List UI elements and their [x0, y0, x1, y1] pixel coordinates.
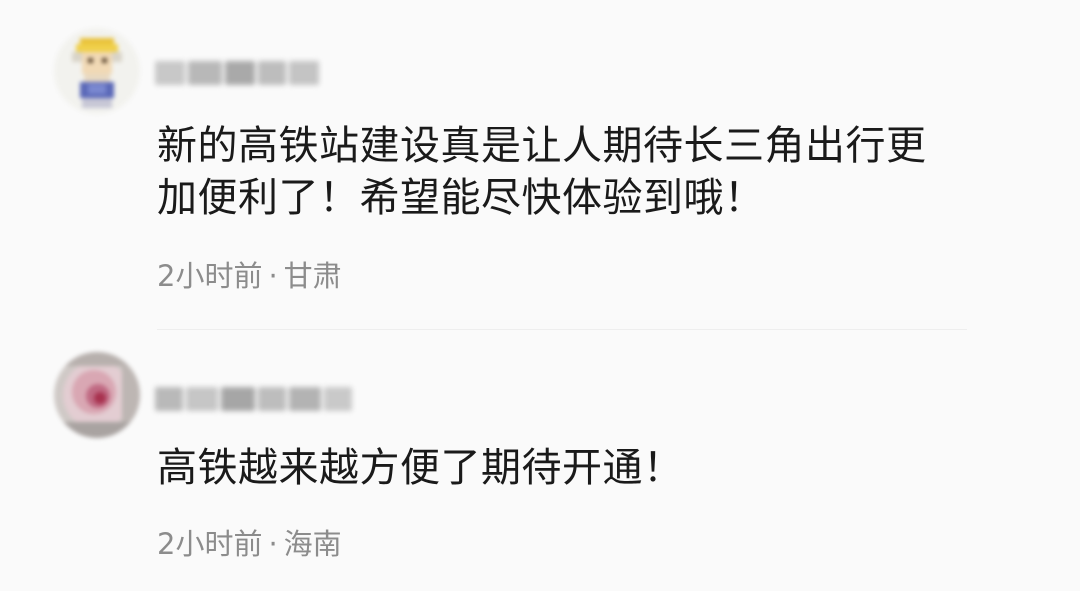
- timestamp: 2小时前: [157, 527, 263, 561]
- avatar[interactable]: [54, 28, 140, 114]
- location: 海南: [283, 527, 342, 561]
- timestamp: 2小时前: [157, 259, 263, 293]
- divider: [157, 329, 967, 330]
- comment-meta: 2小时前 · 甘肃: [157, 258, 342, 294]
- comment-text: 高铁越来越方便了期待开通！: [157, 445, 684, 491]
- meta-separator: ·: [268, 259, 278, 293]
- comment-meta: 2小时前 · 海南: [157, 526, 342, 562]
- meta-separator: ·: [268, 527, 278, 561]
- comment-text: 新的高铁站建设真是让人期待长三角出行更加便利了！希望能尽快体验到哦！: [157, 123, 927, 221]
- username-redacted[interactable]: [155, 58, 319, 88]
- avatar[interactable]: [54, 352, 140, 438]
- location: 甘肃: [283, 259, 342, 293]
- username-redacted[interactable]: [155, 384, 352, 414]
